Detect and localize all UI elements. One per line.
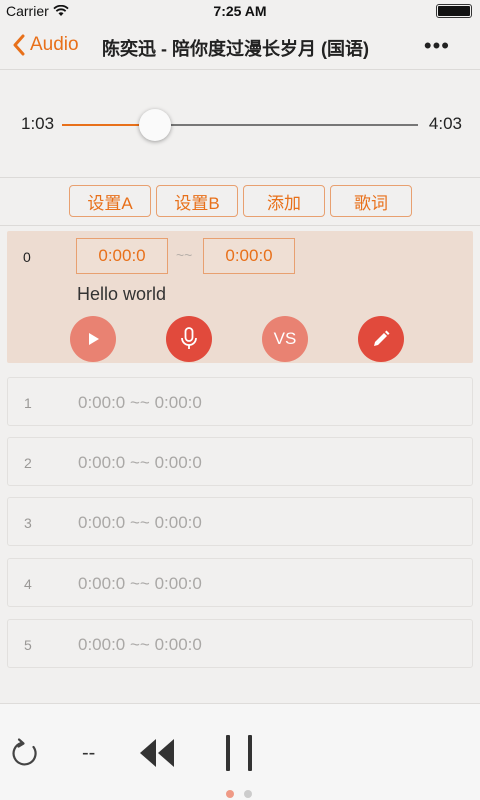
status-bar: Carrier 7:25 AM (0, 0, 480, 22)
set-a-button[interactable]: 设置A (69, 185, 151, 217)
page-dot[interactable] (244, 790, 252, 798)
rewind-icon[interactable] (136, 735, 178, 771)
segment-index: 0 (23, 249, 31, 265)
repeat-status: -- (82, 742, 96, 764)
chevron-left-icon (13, 34, 25, 56)
segment-row-range: 0:00:0 ~~ 0:00:0 (78, 574, 202, 593)
start-time-field[interactable]: 0:00:0 (76, 238, 168, 274)
segment-row-range: 0:00:0 ~~ 0:00:0 (78, 513, 202, 532)
segment-row[interactable]: 5 0:00:0 ~~ 0:00:0 (7, 619, 473, 668)
edit-button[interactable] (358, 316, 404, 362)
vs-icon: VS (273, 329, 297, 348)
set-b-button[interactable]: 设置B (156, 185, 238, 217)
add-button[interactable]: 添加 (243, 185, 325, 217)
bottom-player-bar: -- (0, 703, 480, 800)
page-indicator (226, 790, 252, 798)
record-button[interactable] (166, 316, 212, 362)
segment-row[interactable]: 4 0:00:0 ~~ 0:00:0 (7, 558, 473, 607)
segment-row-index: 3 (24, 515, 32, 531)
microphone-icon (181, 327, 197, 349)
end-time-field[interactable]: 0:00:0 (203, 238, 295, 274)
segment-row-range: 0:00:0 ~~ 0:00:0 (78, 393, 202, 412)
active-segment: 0 0:00:0 ~~ 0:00:0 Hello world VS (7, 231, 473, 363)
play-button[interactable] (70, 316, 116, 362)
battery-icon (436, 4, 472, 18)
pencil-icon (374, 330, 390, 346)
segment-row-index: 4 (24, 576, 32, 592)
back-button[interactable]: Audio (12, 34, 79, 56)
segment-row-range: 0:00:0 ~~ 0:00:0 (78, 635, 202, 654)
vs-button[interactable]: VS (262, 316, 308, 362)
segment-row[interactable]: 2 0:00:0 ~~ 0:00:0 (7, 437, 473, 486)
back-label: Audio (30, 34, 79, 55)
nav-bar: Audio 陈奕迅 - 陪你度过漫长岁月 (国语) ••• (0, 22, 480, 70)
action-bar: 设置A 设置B 添加 歌词 (0, 178, 480, 226)
page-title: 陈奕迅 - 陪你度过漫长岁月 (国语) (102, 39, 369, 59)
segment-row-index: 1 (24, 395, 32, 411)
status-time: 7:25 AM (213, 3, 267, 19)
pause-icon[interactable] (220, 733, 260, 773)
progress-thumb[interactable] (138, 109, 171, 141)
lyrics-button[interactable]: 歌词 (330, 185, 412, 217)
segment-row[interactable]: 1 0:00:0 ~~ 0:00:0 (7, 377, 473, 426)
play-icon (89, 333, 99, 345)
more-button[interactable]: ••• (424, 33, 450, 59)
range-separator: ~~ (176, 247, 193, 263)
segment-text: Hello world (77, 284, 167, 304)
segment-row-index: 2 (24, 455, 32, 471)
repeat-icon[interactable] (9, 737, 41, 769)
progress-area: 1:03 4:03 (0, 70, 480, 178)
page-dot[interactable] (226, 790, 234, 798)
segment-row[interactable]: 3 0:00:0 ~~ 0:00:0 (7, 497, 473, 546)
segment-row-index: 5 (24, 637, 32, 653)
segment-row-range: 0:00:0 ~~ 0:00:0 (78, 453, 202, 472)
current-time: 1:03 (21, 114, 55, 133)
total-time: 4:03 (428, 114, 462, 133)
progress-slider[interactable] (62, 109, 418, 141)
